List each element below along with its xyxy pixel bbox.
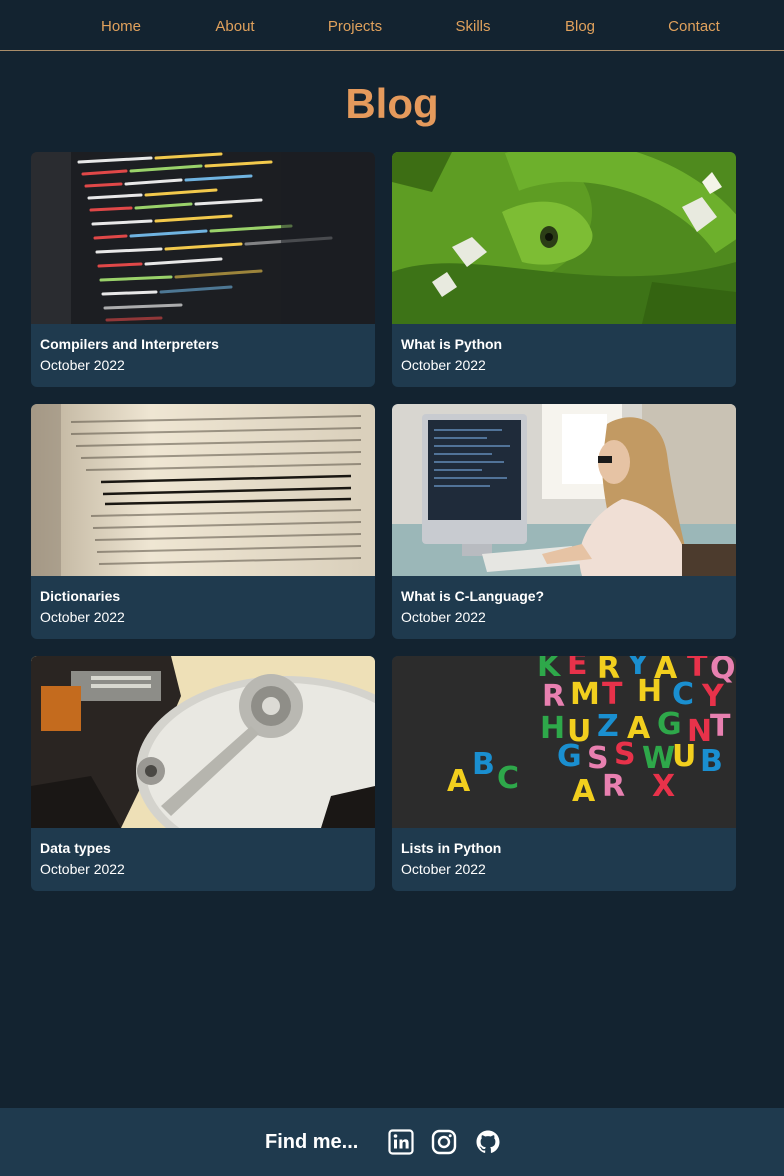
footer: Find me... [0, 1108, 784, 1176]
post-title[interactable]: What is Python [401, 336, 502, 352]
svg-text:R: R [542, 679, 565, 714]
svg-text:X: X [652, 769, 675, 804]
blog-card-compilers[interactable]: Compilers and Interpreters October 2022 [31, 152, 375, 387]
blog-card-python[interactable]: What is Python October 2022 [392, 152, 736, 387]
post-date: October 2022 [40, 357, 125, 373]
nav-link-projects[interactable]: Projects [328, 18, 382, 35]
github-icon[interactable] [475, 1129, 501, 1155]
svg-text:G: G [557, 739, 582, 774]
svg-text:S: S [614, 737, 636, 772]
linkedin-icon[interactable] [388, 1129, 414, 1155]
find-me-label: Find me... [265, 1131, 359, 1153]
green-python-snake-image [392, 152, 736, 324]
post-date: October 2022 [401, 861, 486, 877]
page: Home About Projects Skills Blog Contact … [0, 0, 784, 1176]
post-title[interactable]: Data types [40, 840, 111, 856]
woman-at-computer-image [392, 404, 736, 576]
svg-text:T: T [602, 677, 623, 712]
svg-text:T: T [710, 709, 731, 744]
svg-text:B: B [700, 744, 723, 779]
post-date: October 2022 [40, 861, 125, 877]
instagram-icon[interactable] [431, 1129, 457, 1155]
code-screen-image [31, 152, 375, 324]
blog-card-data-types[interactable]: Data types October 2022 [31, 656, 375, 891]
nav-link-about[interactable]: About [215, 18, 254, 35]
svg-text:U: U [672, 739, 696, 774]
post-title[interactable]: Dictionaries [40, 588, 120, 604]
post-date: October 2022 [401, 609, 486, 625]
navbar: Home About Projects Skills Blog Contact [0, 0, 784, 51]
svg-text:M: M [570, 677, 600, 712]
hard-drive-image [31, 656, 375, 828]
colorful-letters-image: A B C K E R Y A T Q R M T H C Y H U Z A … [392, 656, 736, 828]
page-title: Blog [345, 80, 439, 127]
post-date: October 2022 [401, 357, 486, 373]
post-title[interactable]: What is C-Language? [401, 588, 544, 604]
svg-text:A: A [447, 764, 471, 799]
blog-card-dictionaries[interactable]: Dictionaries October 2022 [31, 404, 375, 639]
post-title[interactable]: Compilers and Interpreters [40, 336, 219, 352]
nav-link-contact[interactable]: Contact [668, 18, 720, 35]
blog-card-lists[interactable]: A B C K E R Y A T Q R M T H C Y H U Z A … [392, 656, 736, 891]
post-date: October 2022 [40, 609, 125, 625]
svg-text:A: A [572, 774, 596, 809]
svg-text:C: C [497, 761, 519, 796]
nav-link-home[interactable]: Home [101, 18, 141, 35]
blog-card-c-language[interactable]: What is C-Language? October 2022 [392, 404, 736, 639]
dictionary-book-image [31, 404, 375, 576]
nav-link-skills[interactable]: Skills [455, 18, 490, 35]
svg-text:B: B [472, 747, 495, 782]
svg-text:G: G [657, 707, 682, 742]
svg-text:H: H [637, 674, 662, 709]
post-title[interactable]: Lists in Python [401, 840, 501, 856]
nav-link-blog[interactable]: Blog [565, 18, 595, 35]
svg-text:R: R [602, 769, 625, 804]
